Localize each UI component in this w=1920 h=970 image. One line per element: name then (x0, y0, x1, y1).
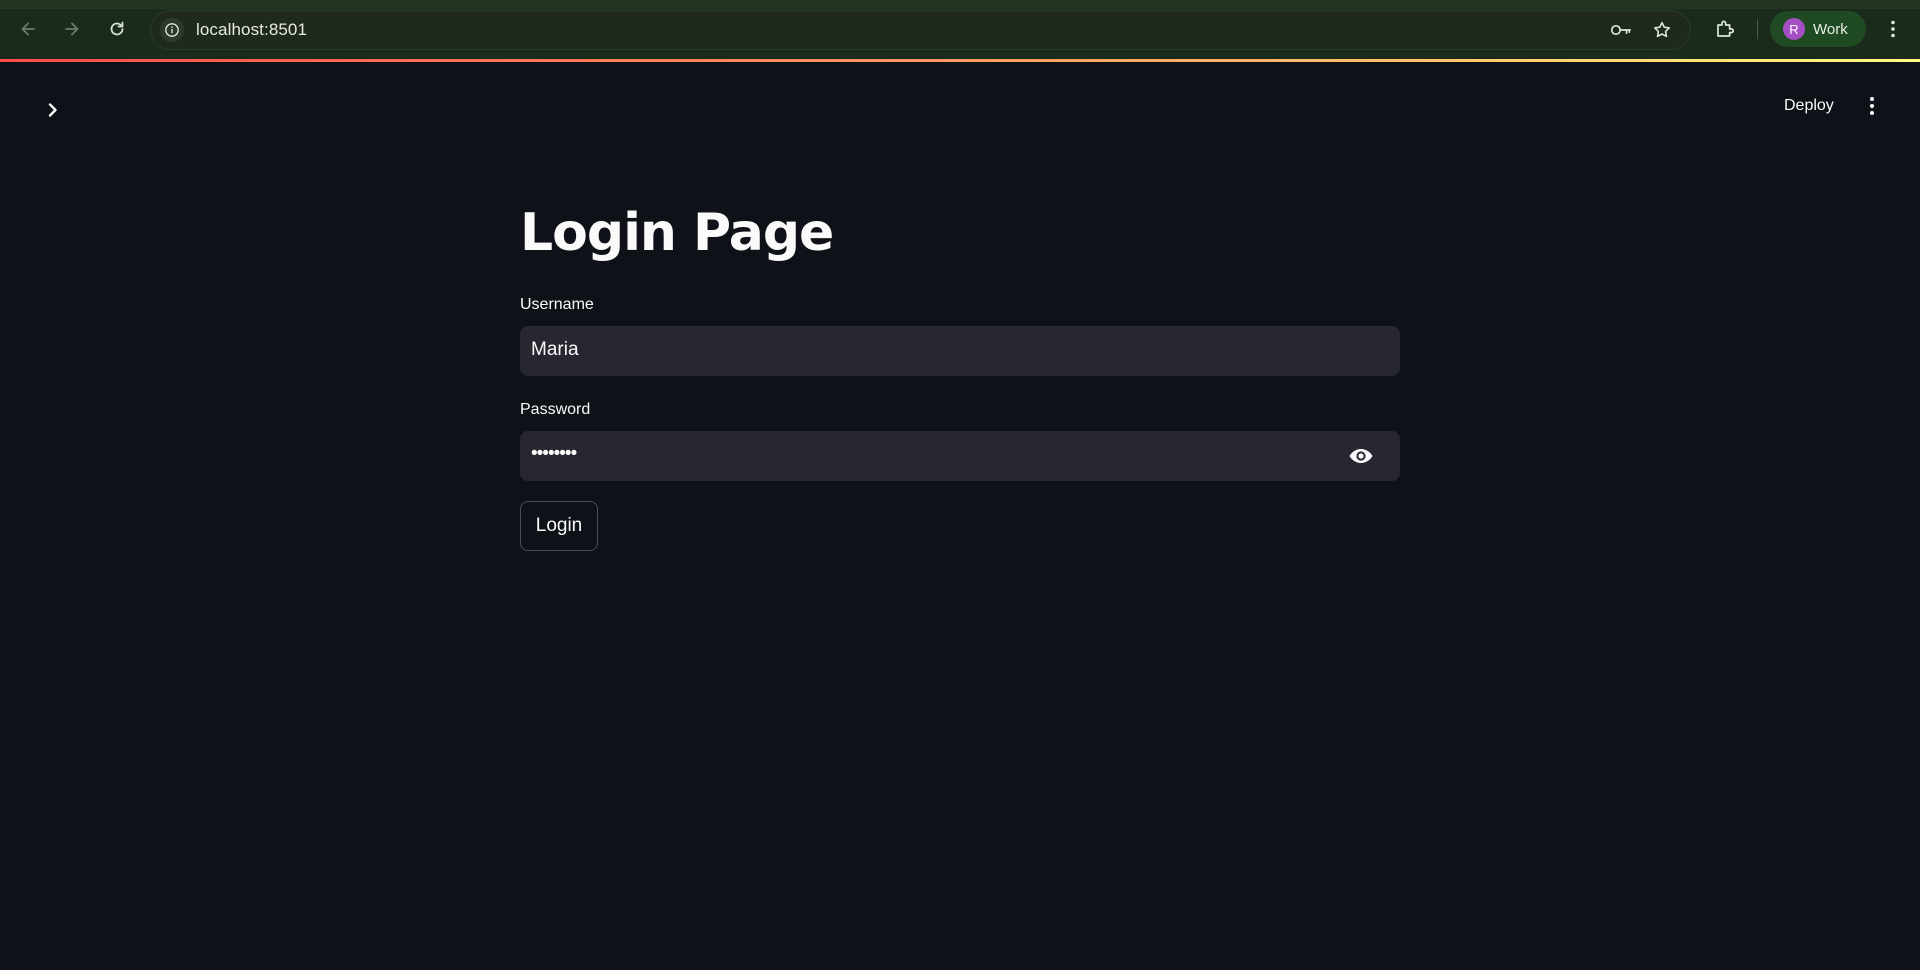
url-text[interactable]: localhost:8501 (196, 20, 307, 40)
eye-icon (1349, 449, 1373, 463)
expand-sidebar-button[interactable] (40, 97, 66, 123)
forward-button[interactable] (57, 14, 87, 44)
page-title: Login Page (520, 203, 834, 263)
deploy-button[interactable]: Deploy (1770, 91, 1848, 121)
puzzle-icon[interactable] (1711, 15, 1739, 43)
show-password-button[interactable] (1348, 444, 1374, 468)
username-field[interactable]: Maria (520, 326, 1400, 376)
reload-icon (110, 21, 124, 36)
profile-label: Work (1813, 20, 1848, 38)
key-icon[interactable] (1610, 19, 1632, 41)
toolbar-divider (1757, 19, 1758, 39)
back-button[interactable] (13, 14, 43, 44)
tab-strip (0, 0, 1920, 9)
info-icon[interactable] (160, 18, 184, 42)
app-view: Deploy Login Page Username Maria Passwor… (0, 62, 1920, 970)
login-button[interactable]: Login (520, 501, 598, 551)
password-label: Password (520, 401, 591, 418)
kebab-menu-icon[interactable] (1880, 15, 1906, 43)
arrow-left-icon (21, 22, 35, 36)
arrow-right-icon (65, 22, 79, 36)
star-icon[interactable] (1651, 19, 1673, 41)
password-field[interactable]: •••••••• (520, 431, 1400, 481)
kebab-menu-icon (1870, 97, 1874, 115)
avatar: R (1783, 18, 1805, 40)
main-menu-button[interactable] (1860, 93, 1884, 119)
password-value: •••••••• (531, 443, 577, 464)
username-label: Username (520, 296, 594, 313)
address-bar[interactable]: localhost:8501 (150, 10, 1691, 50)
browser-chrome: localhost:8501 R Work (0, 0, 1920, 59)
chevron-right-icon (48, 103, 57, 117)
username-value: Maria (531, 339, 579, 360)
reload-button[interactable] (102, 14, 132, 44)
profile-button[interactable]: R Work (1770, 11, 1866, 47)
